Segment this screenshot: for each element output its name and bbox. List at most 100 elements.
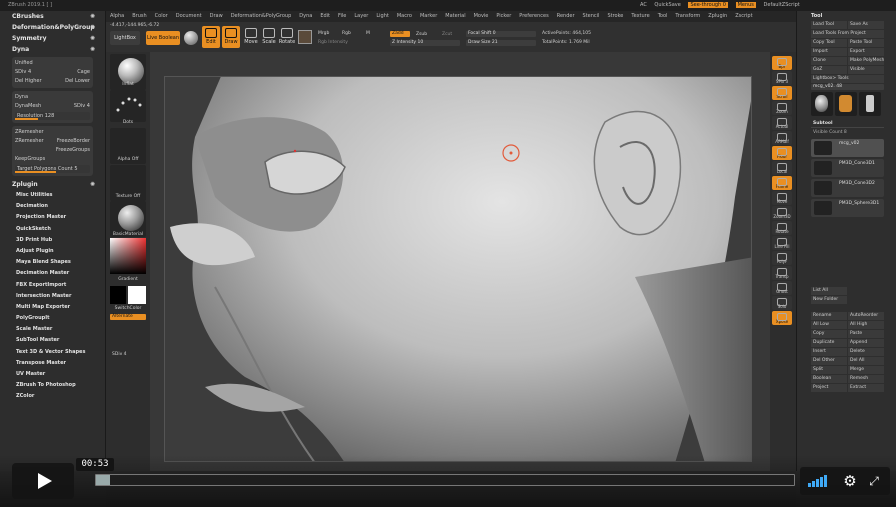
menu-edit[interactable]: Edit: [320, 11, 330, 22]
menu-color[interactable]: Color: [155, 11, 168, 22]
save-as-button[interactable]: Save As: [848, 21, 884, 29]
section-deformation[interactable]: Deformation&PolyGroup ✺: [0, 22, 105, 33]
menu-movie[interactable]: Movie: [474, 11, 489, 22]
color-picker[interactable]: [110, 238, 146, 274]
subtool-header[interactable]: Subtool: [811, 120, 884, 128]
subtool-op-button[interactable]: Split: [811, 366, 847, 374]
menu-picker[interactable]: Picker: [496, 11, 511, 22]
sculpt-viewport[interactable]: [164, 76, 752, 462]
secondary-color-swatch[interactable]: [110, 286, 126, 304]
section-symmetry[interactable]: Symmetry ✺: [0, 33, 105, 44]
section-zplugin[interactable]: Zplugin ✺: [0, 179, 105, 190]
tray-solo-button[interactable]: Solo: [772, 296, 792, 310]
subtool-op-button[interactable]: Del All: [848, 357, 884, 365]
subtool-op-button[interactable]: Insert: [811, 348, 847, 356]
quicksave-button[interactable]: QuickSave: [654, 2, 680, 8]
plugin-item[interactable]: PolyGroupIt: [0, 313, 105, 324]
plugin-item[interactable]: Text 3D & Vector Shapes: [0, 347, 105, 358]
main-color-swatch[interactable]: [128, 286, 146, 304]
tray-line-fill-button[interactable]: Line Fill: [772, 236, 792, 250]
color-swatch[interactable]: [298, 30, 312, 44]
menu-macro[interactable]: Macro: [397, 11, 412, 22]
sdiv-slider-tray[interactable]: SDiv 4: [106, 352, 150, 357]
menu-alpha[interactable]: Alpha: [110, 11, 124, 22]
progress-bar[interactable]: [95, 474, 795, 486]
plugin-item[interactable]: Decimation: [0, 201, 105, 212]
volume-icon[interactable]: [808, 475, 828, 487]
plugin-item[interactable]: Scale Master: [0, 324, 105, 335]
menu-stroke[interactable]: Stroke: [607, 11, 623, 22]
new-folder-button[interactable]: New Folder: [811, 296, 847, 304]
tool-thumb-mcg[interactable]: [811, 92, 833, 116]
import-button[interactable]: Import: [811, 48, 847, 56]
plugin-item[interactable]: UV Master: [0, 369, 105, 380]
tray-transp-button[interactable]: Transp: [772, 266, 792, 280]
menu-document[interactable]: Document: [176, 11, 202, 22]
section-dyna[interactable]: Dyna ✺: [0, 44, 105, 55]
z-intensity-slider[interactable]: Z Intensity 10: [390, 40, 460, 46]
seethrough-slider[interactable]: See-through 0: [688, 2, 728, 8]
dynamesh-button[interactable]: DynaMesh: [15, 102, 41, 111]
mrgb-button[interactable]: Mrgb: [318, 31, 329, 36]
menu-preferences[interactable]: Preferences: [519, 11, 548, 22]
subtool-op-button[interactable]: Duplicate: [811, 339, 847, 347]
lightbox-button[interactable]: LightBox: [110, 31, 140, 45]
subtool-item[interactable]: mcg_v02: [811, 139, 884, 157]
settings-icon[interactable]: ⚙: [842, 473, 858, 489]
draw-size-slider[interactable]: Draw Size 21: [466, 40, 536, 46]
subtool-op-button[interactable]: Boolean: [811, 375, 847, 383]
section-cbrushes[interactable]: CBrushes ✺: [0, 11, 105, 22]
scale-button[interactable]: Scale: [260, 26, 278, 48]
subtool-op-button[interactable]: All High: [848, 321, 884, 329]
tray-local-button[interactable]: Local: [772, 161, 792, 175]
fullscreen-icon[interactable]: ⤢: [866, 473, 882, 489]
menu-zscript[interactable]: Zscript: [735, 11, 752, 22]
menu-tool[interactable]: Tool: [658, 11, 668, 22]
subtool-op-button[interactable]: Remesh: [848, 375, 884, 383]
subtool-op-button[interactable]: Rename: [811, 312, 847, 320]
zsub-button[interactable]: Zsub: [416, 32, 427, 37]
menu-stencil[interactable]: Stencil: [583, 11, 600, 22]
subtool-op-button[interactable]: Delete: [848, 348, 884, 356]
rotate-button[interactable]: Rotate: [278, 26, 296, 48]
tray-floor-button[interactable]: Floor: [772, 146, 792, 160]
tray-zoom3d-button[interactable]: Zoom3D: [772, 206, 792, 220]
play-button[interactable]: [12, 463, 74, 499]
default-zscript-button[interactable]: DefaultZScript: [764, 2, 800, 8]
subtool-item[interactable]: PM3D_Cone3D1: [811, 159, 884, 177]
menu-light[interactable]: Light: [376, 11, 388, 22]
zcut-button[interactable]: Zcut: [442, 32, 452, 37]
menu-dyna[interactable]: Dyna: [299, 11, 312, 22]
sdiv-slider[interactable]: SDiv 4: [15, 68, 31, 77]
tray-rotate-button[interactable]: Rotate: [772, 221, 792, 235]
freeze-groups-button[interactable]: FreezeGroups: [56, 146, 90, 155]
menu-material[interactable]: Material: [445, 11, 465, 22]
stroke-selector[interactable]: [110, 90, 146, 122]
m-button[interactable]: M: [366, 31, 370, 36]
move-button[interactable]: Move: [242, 26, 260, 48]
menu-render[interactable]: Render: [557, 11, 575, 22]
menu-file[interactable]: File: [338, 11, 346, 22]
tray-zoom-button[interactable]: Zoom: [772, 101, 792, 115]
menu-transform[interactable]: Transform: [675, 11, 700, 22]
gear-icon[interactable]: ✺: [90, 179, 95, 190]
live-boolean-button[interactable]: Live Boolean: [146, 31, 180, 45]
plugin-item[interactable]: ZBrush To Photoshop: [0, 380, 105, 391]
zadd-button[interactable]: Zadd: [390, 31, 410, 37]
subtool-item[interactable]: PM3D_Cone3D2: [811, 179, 884, 197]
load-tools-from-project-button[interactable]: Load Tools From Project: [811, 30, 884, 38]
tray-polyf-button[interactable]: PolyF: [772, 251, 792, 265]
plugin-item[interactable]: ZColor: [0, 391, 105, 402]
menu-texture[interactable]: Texture: [631, 11, 649, 22]
plugin-item[interactable]: QuickSketch: [0, 224, 105, 235]
tray-ghost-button[interactable]: Ghost: [772, 281, 792, 295]
tool-thumb-simpleb[interactable]: [859, 92, 881, 116]
plugin-item[interactable]: Multi Map Exporter: [0, 302, 105, 313]
subtool-op-button[interactable]: Append: [848, 339, 884, 347]
zremesher-button[interactable]: ZRemesher: [15, 137, 44, 146]
subtool-op-button[interactable]: AutoReorder: [848, 312, 884, 320]
subtool-item[interactable]: PM3D_Sphere3D1: [811, 199, 884, 217]
rgb-button[interactable]: Rgb: [342, 31, 351, 36]
menu-brush[interactable]: Brush: [132, 11, 146, 22]
focal-shift-slider[interactable]: Focal Shift 0: [466, 31, 536, 37]
